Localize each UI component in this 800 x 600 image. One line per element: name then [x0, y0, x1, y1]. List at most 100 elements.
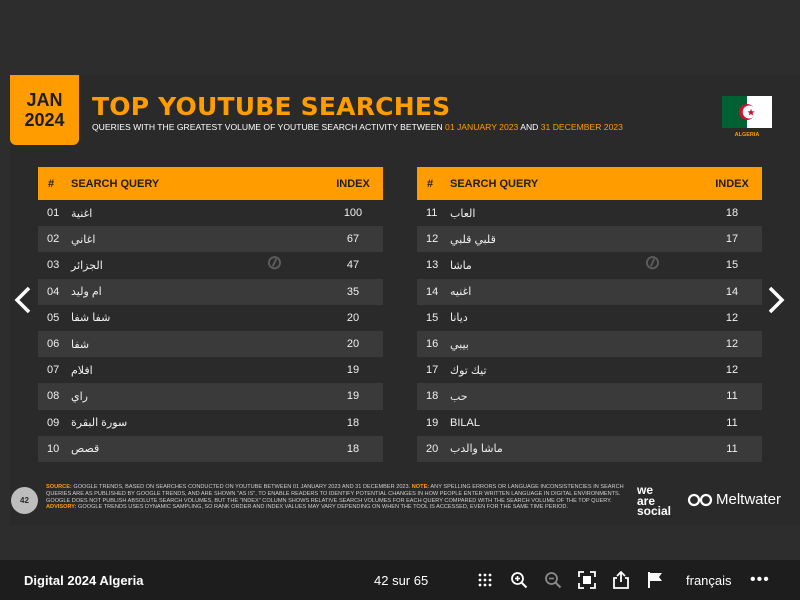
subtitle-prefix: QUERIES WITH THE GREATEST VOLUME OF YOUT… [92, 122, 446, 132]
rank-number: 03 [47, 259, 60, 272]
rank-number: 17 [426, 364, 439, 377]
footnote: SOURCE: GOOGLE TRENDS, BASED ON SEARCHES… [46, 484, 628, 511]
subtitle-end-date: 31 DECEMBER 2023 [540, 122, 623, 132]
search-query: ام وليد [71, 286, 102, 299]
index-value: 11 [726, 390, 738, 403]
index-value: 19 [346, 364, 360, 377]
viewer-toolbar: Digital 2024 Algeria 42 sur 65 français … [0, 560, 800, 600]
more-options-icon[interactable]: ••• [750, 571, 770, 589]
search-query: شفا [71, 338, 90, 351]
table-row: 08 راي 19 [38, 383, 383, 410]
table-row: 12 قلبي قلبي 17 [417, 226, 762, 253]
search-query: BILAL [450, 416, 480, 429]
header-query: SEARCH QUERY [71, 177, 160, 190]
table-row: 13 ماشا 15 [417, 252, 762, 279]
table-row: 03 الجزائر 47 [38, 252, 383, 279]
rank-number: 10 [47, 442, 60, 455]
header-index: INDEX [336, 177, 370, 190]
index-value: 19 [346, 390, 360, 403]
slide: JAN 2024 TOP YOUTUBE SEARCHES QUERIES WI… [10, 75, 800, 525]
meltwater-text: Meltwater [716, 491, 782, 508]
search-query: ماشا والدب [450, 443, 503, 456]
index-value: 12 [725, 338, 739, 351]
index-value: 100 [343, 207, 363, 220]
header-index: INDEX [715, 177, 749, 190]
search-query: افلام [71, 364, 93, 377]
search-query: اغنيه [450, 286, 472, 299]
index-value: 67 [346, 233, 360, 246]
rank-number: 07 [47, 364, 60, 377]
table-row: 04 ام وليد 35 [38, 278, 383, 305]
previous-slide-icon[interactable] [12, 285, 34, 319]
table-header: # SEARCH QUERY INDEX [38, 167, 383, 200]
rank-number: 14 [426, 285, 439, 298]
subtitle-start-date: 01 JANUARY 2023 [445, 122, 519, 132]
rank-number: 08 [47, 390, 60, 403]
table-row: 17 تيك توك 12 [417, 357, 762, 384]
index-value: 11 [726, 416, 738, 429]
share-icon[interactable] [611, 570, 631, 590]
grid-view-icon[interactable] [475, 570, 495, 590]
zoom-in-icon[interactable] [509, 570, 529, 590]
table-header: # SEARCH QUERY INDEX [417, 167, 762, 200]
table-row: 10 قصص 18 [38, 435, 383, 462]
table-row: 01 اغنية 100 [38, 200, 383, 227]
table-row: 07 افلام 19 [38, 357, 383, 384]
date-badge: JAN 2024 [10, 75, 79, 145]
fullscreen-icon[interactable] [577, 570, 597, 590]
source-label: SOURCE: [46, 484, 72, 490]
report-flag-icon[interactable] [645, 570, 665, 590]
header-query: SEARCH QUERY [450, 177, 539, 190]
rank-number: 09 [47, 416, 60, 429]
table-row: 05 شفا شفا 20 [38, 304, 383, 331]
search-query: العاب [450, 207, 476, 220]
search-query: راي [71, 390, 88, 403]
index-value: 15 [725, 259, 739, 272]
index-value: 11 [726, 442, 738, 455]
slide-subtitle: QUERIES WITH THE GREATEST VOLUME OF YOUT… [92, 122, 623, 132]
algeria-flag-icon [722, 96, 772, 128]
advisory-label: ADVISORY: [46, 504, 77, 511]
rank-number: 02 [47, 233, 60, 246]
search-query: شفا شفا [71, 312, 111, 325]
language-selector[interactable]: français [686, 573, 732, 588]
search-query: سورة البقرة [71, 417, 128, 430]
table-row: 14 اغنيه 14 [417, 278, 762, 305]
table-row: 06 شفا 20 [38, 330, 383, 358]
date-year: 2024 [24, 110, 65, 130]
rank-number: 15 [426, 311, 439, 324]
search-query: اغنية [71, 207, 93, 220]
header-num: # [427, 177, 434, 190]
rank-number: 04 [47, 285, 60, 298]
search-query: اغاني [71, 233, 96, 246]
index-value: 14 [725, 285, 739, 298]
search-query: قلبي قلبي [450, 233, 496, 246]
header-num: # [48, 177, 55, 190]
search-table-right: # SEARCH QUERY INDEX 11 العاب 18 12 قلبي قلب… [417, 167, 762, 462]
page-counter: 42 sur 65 [374, 572, 429, 588]
table-row: 09 سورة البقرة 18 [38, 409, 383, 436]
index-value: 12 [725, 364, 739, 377]
rank-number: 13 [426, 259, 439, 272]
search-query: تيك توك [450, 364, 487, 377]
zoom-out-icon[interactable] [543, 570, 563, 590]
rank-number: 16 [426, 338, 439, 351]
index-value: 20 [346, 338, 360, 351]
table-row: 02 اغاني 67 [38, 226, 383, 253]
rank-number: 05 [47, 311, 60, 324]
we-are-social-logo: we are social [637, 484, 671, 516]
index-value: 17 [725, 233, 739, 246]
index-value: 35 [346, 285, 360, 298]
subtitle-and: AND [518, 122, 541, 132]
meltwater-icon [687, 493, 713, 506]
index-value: 18 [346, 442, 360, 455]
next-slide-icon[interactable] [765, 285, 787, 319]
search-table-left: # SEARCH QUERY INDEX 01 اغنية 100 02 اغاني 67… [38, 167, 383, 462]
table-row: 15 ديانا 12 [417, 304, 762, 331]
table-row: 18 حب 11 [417, 383, 762, 410]
meltwater-logo: Meltwater [687, 491, 781, 508]
advisory-text: GOOGLE TRENDS USES DYNAMIC SAMPLING, SO … [76, 504, 568, 511]
country-label: ALGERIA [734, 132, 760, 138]
table-row: 20 ماشا والدب 11 [417, 435, 762, 462]
slide-title: TOP YOUTUBE SEARCHES [92, 92, 451, 121]
